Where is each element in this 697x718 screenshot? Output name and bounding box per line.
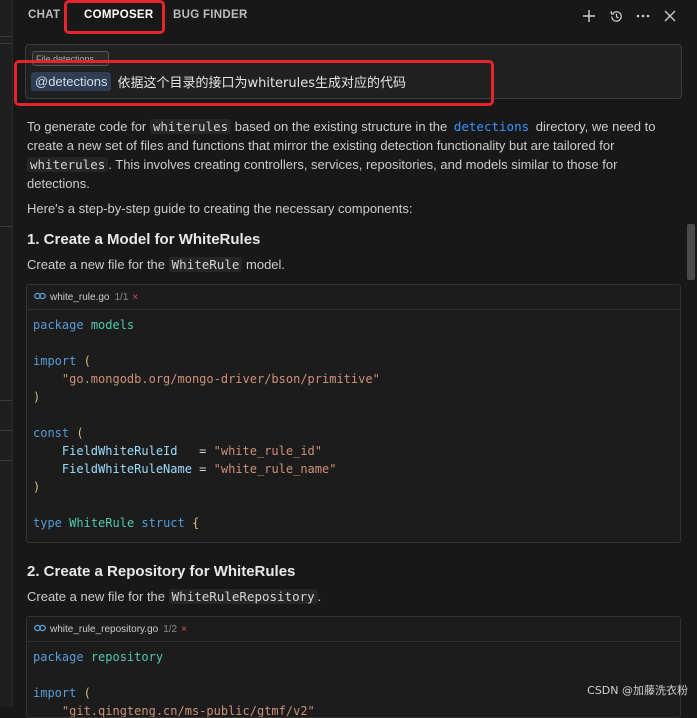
tab-bug-finder[interactable]: BUG FINDER <box>173 9 248 21</box>
section2-text: Create a new file for the WhiteRuleRepos… <box>27 589 322 604</box>
code-line: const ( <box>33 426 84 440</box>
more-icon[interactable] <box>634 6 652 26</box>
composer-tab-bar: CHAT COMPOSER BUG FINDER <box>12 0 697 34</box>
intro-paragraph: To generate code for whiterules based on… <box>27 119 656 191</box>
section1-heading: 1. Create a Model for WhiteRules <box>27 231 261 248</box>
query-row: @detections 依据这个目录的接口为whiterules生成对应的代码 <box>31 72 406 91</box>
inline-code: WhiteRuleRepository <box>168 589 318 604</box>
code-file-name[interactable]: white_rule.go <box>50 292 109 303</box>
code-file-header: white_rule.go 1/1 × <box>27 285 680 310</box>
context-chip[interactable]: File detections <box>32 51 109 66</box>
guide-text: Here's a step-by-step guide to creating … <box>27 201 413 216</box>
scrollbar-thumb[interactable] <box>687 224 695 280</box>
code-line: "go.mongodb.org/mongo-driver/bson/primit… <box>61 372 380 386</box>
close-icon[interactable] <box>661 6 679 26</box>
section2-heading: 2. Create a Repository for WhiteRules <box>27 563 296 580</box>
code-file-count: 1/1 <box>114 291 129 303</box>
tab-chat[interactable]: CHAT <box>28 9 60 21</box>
go-file-icon <box>34 292 46 303</box>
code-file-header: white_rule_repository.go 1/2 × <box>27 617 680 642</box>
code-line: FieldWhiteRuleId = "white_rule_id" <box>61 444 322 458</box>
history-icon[interactable] <box>607 6 625 26</box>
code-file-name[interactable]: white_rule_repository.go <box>50 624 158 635</box>
code-line: ) <box>33 390 41 404</box>
code-line: import ( <box>33 354 91 368</box>
inline-code: whiterules <box>27 157 109 172</box>
code-line: "git.qingteng.cn/ms-public/gtmf/v2" <box>61 704 315 718</box>
code-body: package models import ( "go.mongodb.org/… <box>27 310 680 532</box>
response-content: To generate code for whiterules based on… <box>27 117 682 193</box>
mention-chip[interactable]: @detections <box>31 72 112 91</box>
go-file-icon <box>34 624 46 635</box>
reject-icon[interactable]: × <box>132 292 138 303</box>
tab-composer[interactable]: COMPOSER <box>84 9 154 21</box>
code-line: package repository <box>33 650 164 664</box>
plus-icon[interactable] <box>580 6 598 26</box>
code-line: type WhiteRule struct { <box>33 516 200 530</box>
inline-code: whiterules <box>149 119 232 134</box>
detections-link[interactable]: detections <box>451 119 532 134</box>
inline-code: WhiteRule <box>168 257 243 272</box>
code-line: import ( <box>33 686 91 700</box>
code-block-white-rule: white_rule.go 1/1 × package models impor… <box>26 284 681 543</box>
code-file-count: 1/2 <box>163 623 178 635</box>
panel-actions <box>580 6 679 26</box>
code-block-white-rule-repository: white_rule_repository.go 1/2 × package r… <box>26 616 681 718</box>
code-line: package models <box>33 318 135 332</box>
reject-icon[interactable]: × <box>181 624 187 635</box>
activity-strip <box>0 0 13 707</box>
watermark: CSDN @加藤洗衣粉 <box>587 684 688 697</box>
code-line: ) <box>33 480 41 494</box>
section1-text: Create a new file for the WhiteRule mode… <box>27 257 286 272</box>
code-line: FieldWhiteRuleName = "white_rule_name" <box>61 462 337 476</box>
query-text: 依据这个目录的接口为whiterules生成对应的代码 <box>117 76 407 91</box>
